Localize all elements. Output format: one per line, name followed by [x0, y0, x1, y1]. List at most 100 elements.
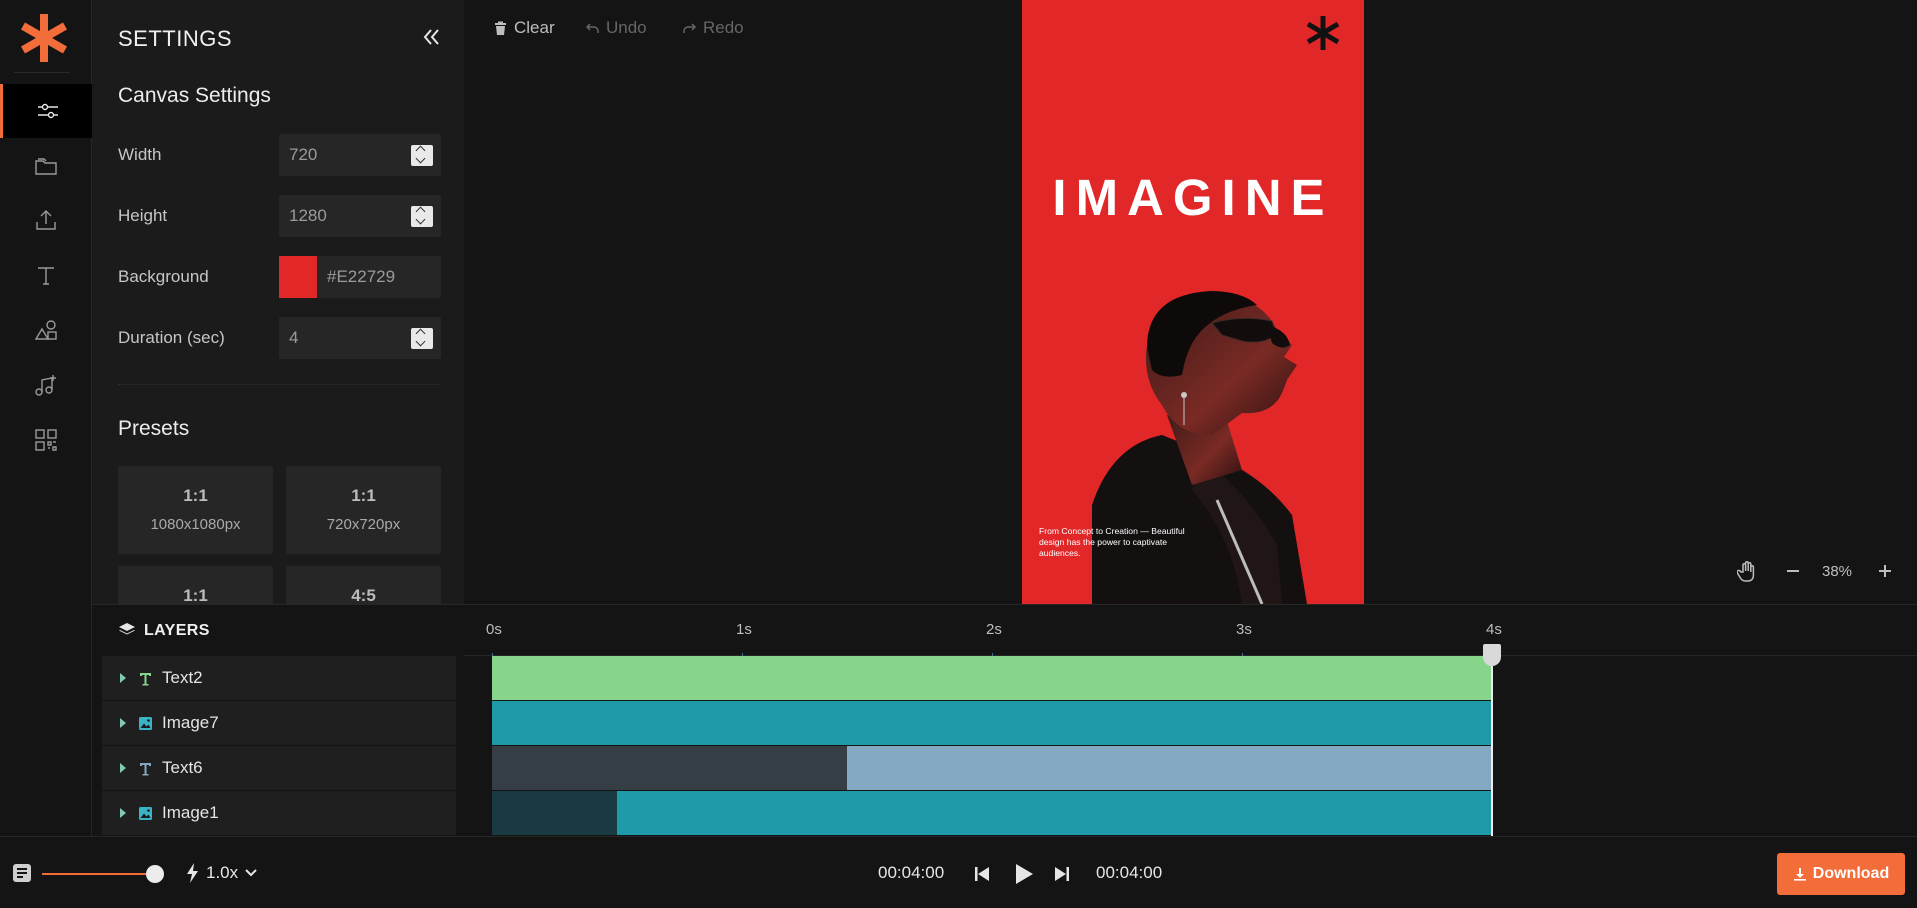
- width-stepper[interactable]: [411, 145, 433, 166]
- clear-label: Clear: [514, 18, 555, 37]
- preset-ratio: 1:1: [183, 586, 208, 604]
- preset-card[interactable]: 4:5: [286, 566, 441, 604]
- duration-stepper[interactable]: [411, 328, 433, 349]
- image-layer-icon: [139, 806, 152, 820]
- music-icon: [35, 375, 56, 396]
- asterisk-logo-icon: [1306, 16, 1340, 50]
- layer-row[interactable]: Text2: [102, 656, 456, 701]
- upload-icon: [36, 210, 56, 230]
- timeline-tracks[interactable]: [464, 656, 1917, 836]
- design-canvas[interactable]: IMAGINE From Concept to Creation — Beaut…: [1022, 0, 1364, 604]
- clear-button[interactable]: Clear: [493, 18, 555, 38]
- speed-select[interactable]: 1.0x: [186, 863, 258, 883]
- left-icon-rail: [0, 0, 92, 836]
- rail-upload-button[interactable]: [0, 193, 92, 247]
- height-value: 1280: [289, 206, 327, 225]
- text-icon: [38, 267, 54, 285]
- layers-header: LAYERS: [92, 604, 464, 656]
- skip-back-icon[interactable]: [973, 865, 991, 883]
- duration-label: Duration (sec): [118, 328, 225, 347]
- duration-input[interactable]: 4: [279, 317, 441, 359]
- play-icon[interactable]: [1013, 862, 1035, 886]
- playhead-handle[interactable]: [1483, 644, 1501, 666]
- collapse-panel-icon[interactable]: [418, 24, 444, 50]
- background-color-swatch[interactable]: [279, 256, 317, 298]
- zoom-out-icon[interactable]: [1785, 563, 1801, 579]
- duration-value: 4: [289, 328, 299, 347]
- timeline-clip[interactable]: [617, 791, 1492, 835]
- timeline-clip[interactable]: [492, 746, 847, 790]
- volume-slider-knob[interactable]: [146, 865, 164, 883]
- hand-pan-icon[interactable]: [1737, 560, 1757, 582]
- redo-icon: [683, 22, 697, 33]
- timeline-ruler[interactable]: 0s 1s 2s 3s 4s: [464, 604, 1917, 659]
- timeline-clip[interactable]: [492, 791, 617, 835]
- layer-name: Image7: [162, 713, 219, 732]
- volume-slider-track[interactable]: [42, 873, 154, 875]
- width-label: Width: [118, 145, 162, 164]
- download-icon: [1793, 868, 1806, 881]
- expand-caret-icon[interactable]: [120, 718, 126, 728]
- preset-ratio: 1:1: [351, 486, 376, 505]
- canvas-caption[interactable]: From Concept to Creation — Beautiful des…: [1039, 526, 1189, 559]
- layer-name: Text6: [162, 758, 203, 777]
- trash-icon: [495, 21, 506, 35]
- layers-title: LAYERS: [144, 622, 210, 639]
- rail-text-button[interactable]: [0, 248, 92, 302]
- shapes-icon: [34, 320, 57, 340]
- width-input[interactable]: 720: [279, 134, 441, 176]
- rail-qr-button[interactable]: [0, 413, 92, 467]
- settings-title: SETTINGS: [118, 26, 233, 51]
- layer-row[interactable]: Image1: [102, 791, 456, 836]
- preset-size: 1080x1080px: [150, 516, 241, 533]
- canvas-headline[interactable]: IMAGINE: [1022, 168, 1364, 227]
- notes-icon[interactable]: [12, 863, 32, 883]
- settings-panel: SETTINGS Canvas Settings Width 720 Heigh…: [92, 0, 464, 604]
- undo-button[interactable]: Undo: [585, 18, 647, 38]
- timeline-clip[interactable]: [847, 746, 1492, 790]
- current-time: 00:04:00: [878, 863, 945, 882]
- background-color-value: #E22729: [327, 267, 396, 286]
- layer-row[interactable]: Text6: [102, 746, 456, 791]
- expand-caret-icon[interactable]: [120, 673, 126, 683]
- timeline-clip[interactable]: [492, 656, 1492, 700]
- section-divider: [118, 384, 442, 385]
- preset-card[interactable]: 1:1 720x720px: [286, 466, 441, 554]
- text-layer-icon: [140, 672, 151, 685]
- qr-code-icon: [35, 429, 57, 451]
- width-value: 720: [289, 145, 318, 164]
- rail-folder-button[interactable]: [0, 139, 92, 193]
- canvas-settings-heading: Canvas Settings: [118, 84, 271, 107]
- ruler-tick-label: 3s: [1236, 621, 1252, 638]
- preset-card[interactable]: 1:1 1080x1080px: [118, 466, 273, 554]
- layer-row[interactable]: Image7: [102, 701, 456, 746]
- rail-music-button[interactable]: [0, 358, 92, 412]
- folder-icon: [35, 158, 57, 175]
- rail-shapes-button[interactable]: [0, 303, 92, 357]
- redo-button[interactable]: Redo: [682, 18, 744, 38]
- undo-label: Undo: [606, 18, 647, 37]
- expand-caret-icon[interactable]: [120, 763, 126, 773]
- skip-forward-icon[interactable]: [1053, 865, 1071, 883]
- download-button[interactable]: Download: [1777, 853, 1905, 895]
- timeline-clip[interactable]: [492, 701, 1492, 745]
- rail-divider: [14, 72, 70, 73]
- zoom-in-icon[interactable]: [1877, 563, 1893, 579]
- height-input[interactable]: 1280: [279, 195, 441, 237]
- chevron-down-icon: [245, 869, 257, 877]
- layers-icon: [119, 623, 135, 635]
- download-label: Download: [1812, 865, 1890, 882]
- zoom-level: 38%: [1822, 563, 1853, 580]
- height-stepper[interactable]: [411, 206, 433, 227]
- background-color-input[interactable]: #E22729: [279, 256, 441, 298]
- rail-settings-button[interactable]: [0, 84, 92, 138]
- preset-card[interactable]: 1:1: [118, 566, 273, 604]
- height-label: Height: [118, 206, 168, 225]
- redo-label: Redo: [703, 18, 744, 37]
- preset-ratio: 4:5: [351, 586, 376, 604]
- expand-caret-icon[interactable]: [120, 808, 126, 818]
- preset-size: 720x720px: [326, 516, 401, 533]
- playback-bar: 1.0x 00:04:00 00:04:00: [0, 836, 1917, 908]
- editor-app: SETTINGS Canvas Settings Width 720 Heigh…: [0, 0, 1917, 908]
- presets-heading: Presets: [118, 417, 190, 440]
